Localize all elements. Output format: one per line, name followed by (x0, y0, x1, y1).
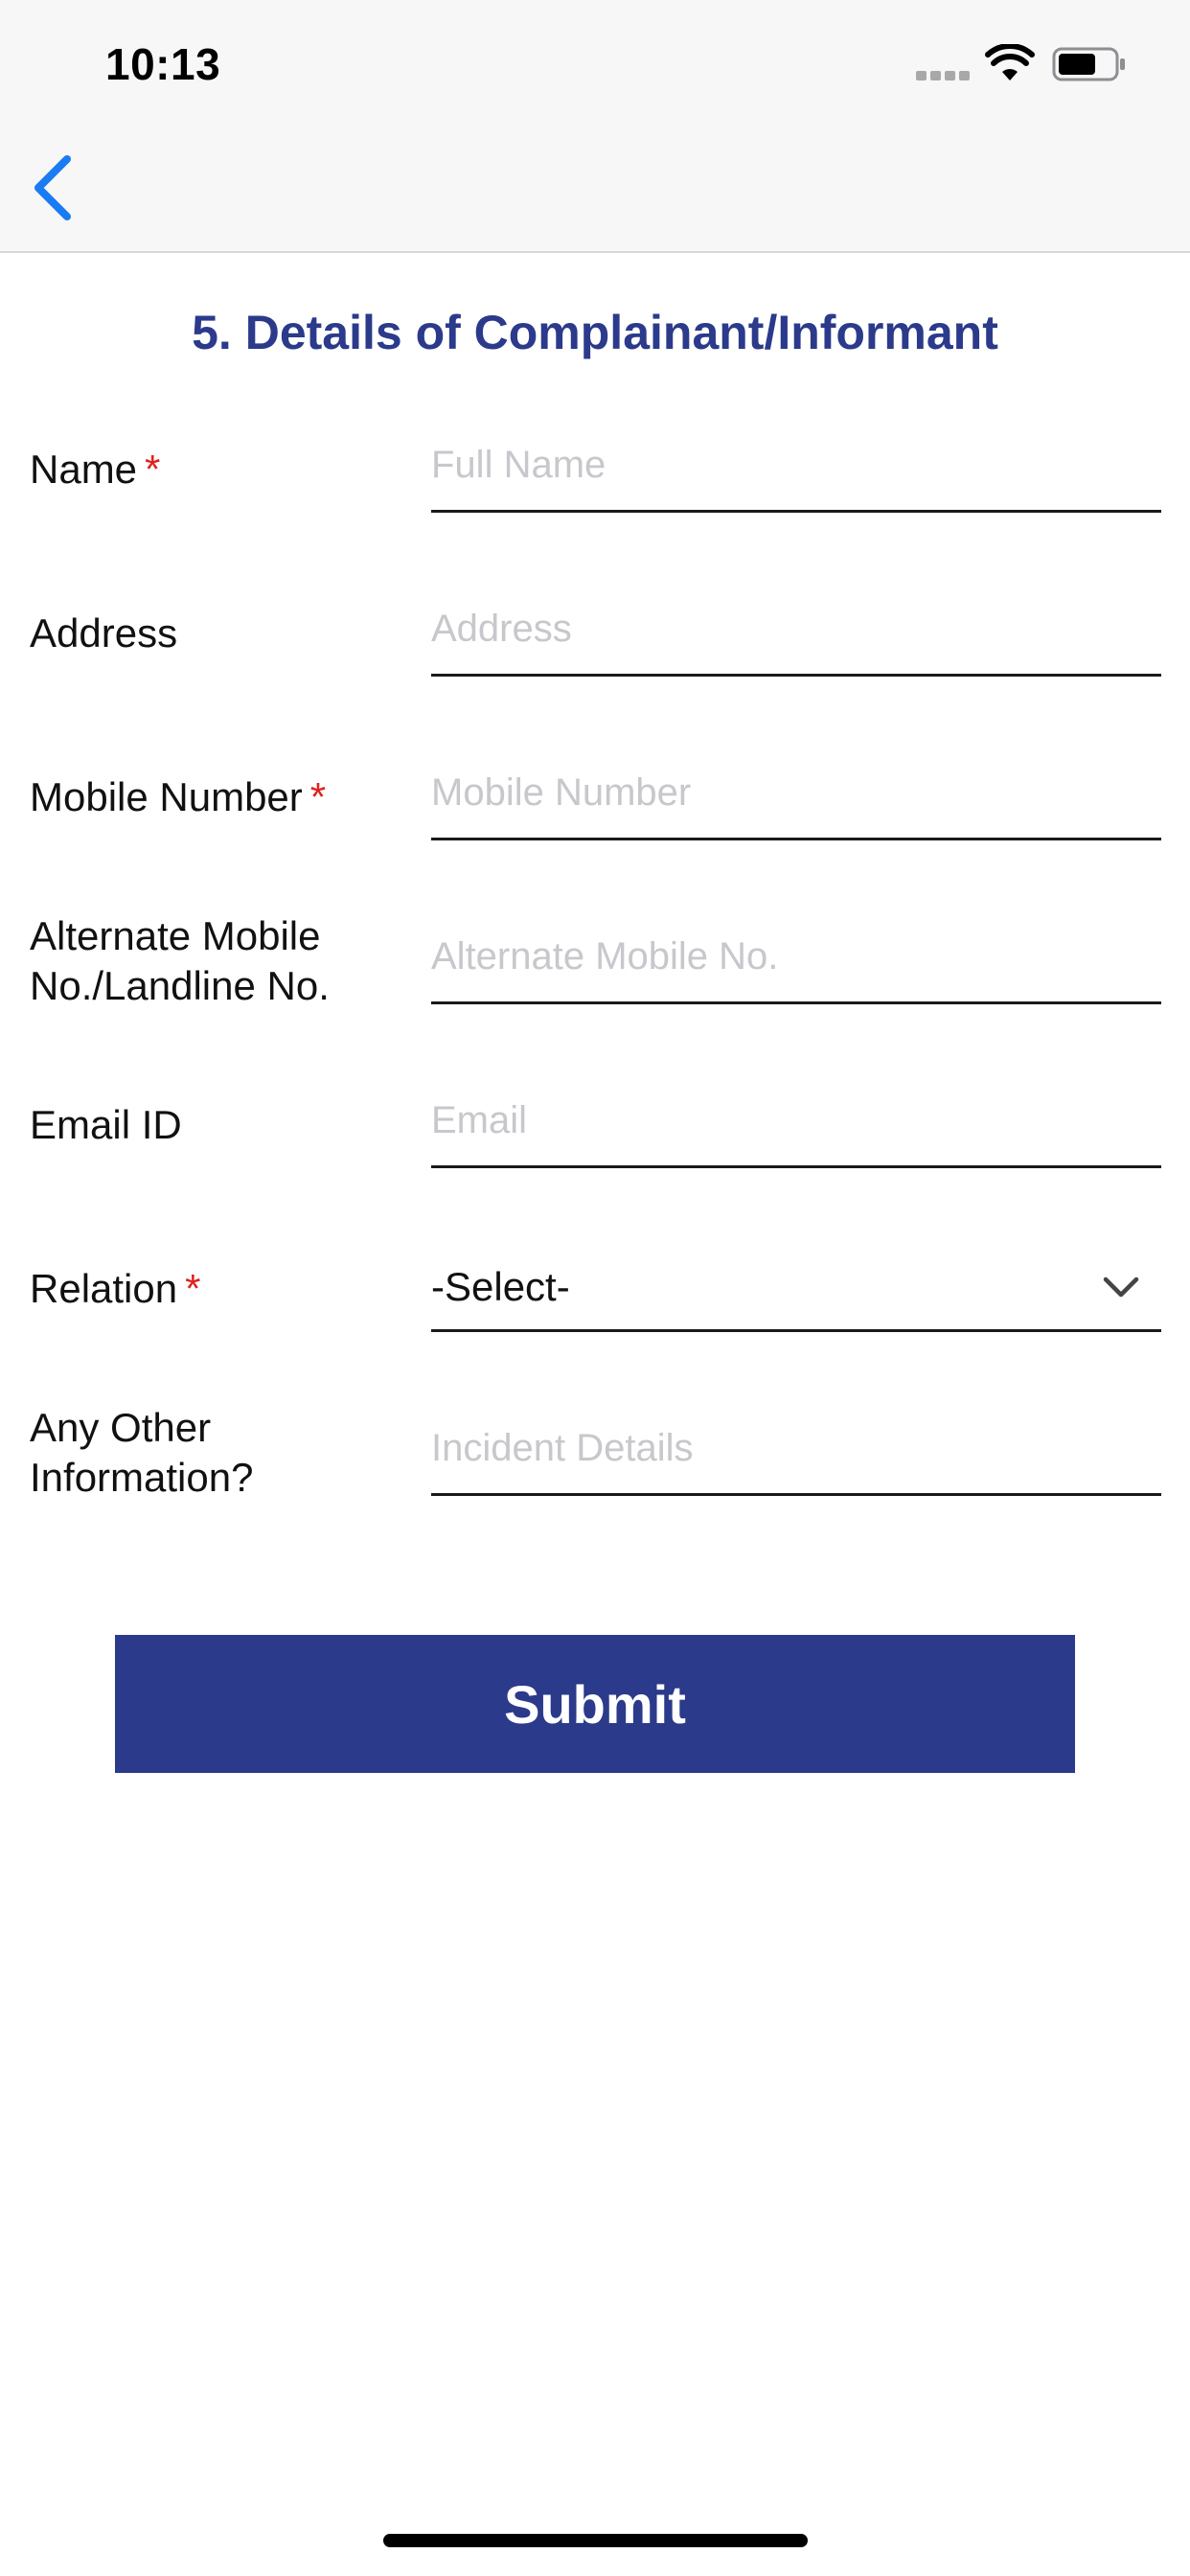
email-field-row: Email ID (0, 1077, 1190, 1221)
status-time: 10:13 (105, 39, 221, 89)
chevron-down-icon (1103, 1276, 1139, 1298)
other-info-field-row: Any Other Information? (0, 1405, 1190, 1549)
relation-field-row: Relation * -Select- (0, 1241, 1190, 1385)
required-mark: * (145, 447, 161, 492)
back-button[interactable] (23, 150, 90, 226)
home-indicator (383, 2534, 808, 2547)
battery-icon (1052, 47, 1125, 81)
relation-select[interactable]: -Select- (431, 1251, 1161, 1332)
required-mark: * (309, 774, 327, 819)
required-mark: * (185, 1266, 201, 1311)
top-bar: 10:13 (0, 0, 1190, 253)
cellular-signal-icon (916, 71, 972, 80)
address-label: Address (30, 609, 413, 658)
relation-label-text: Relation (30, 1266, 178, 1311)
other-info-label-text: Any Other Information? (30, 1405, 254, 1500)
other-info-input[interactable] (431, 1414, 1161, 1496)
mobile-label: Mobile Number * (30, 772, 413, 822)
email-label: Email ID (30, 1100, 413, 1150)
alternate-mobile-field-row: Alternate Mobile No./Landline No. (0, 913, 1190, 1057)
page-title: 5. Details of Complainant/Informant (192, 306, 998, 359)
email-label-text: Email ID (30, 1102, 182, 1147)
alternate-mobile-input[interactable] (431, 923, 1161, 1004)
mobile-input[interactable] (431, 759, 1161, 840)
address-label-text: Address (30, 610, 178, 656)
name-label: Name * (30, 445, 413, 494)
submit-button[interactable]: Submit (115, 1635, 1075, 1773)
other-info-label: Any Other Information? (30, 1403, 317, 1503)
alternate-mobile-label-text: Alternate Mobile No./Landline No. (30, 913, 330, 1008)
name-input[interactable] (431, 431, 1161, 513)
address-field-row: Address (0, 586, 1190, 729)
name-field-row: Name * (0, 422, 1190, 565)
address-input[interactable] (431, 595, 1161, 677)
name-label-text: Name (30, 447, 138, 492)
alternate-mobile-label: Alternate Mobile No./Landline No. (30, 911, 394, 1011)
relation-selected-value: -Select- (431, 1264, 570, 1309)
chevron-left-icon (34, 155, 71, 220)
wifi-icon (985, 44, 1035, 80)
mobile-label-text: Mobile Number (30, 774, 303, 819)
email-input[interactable] (431, 1087, 1161, 1168)
mobile-field-row: Mobile Number * (0, 749, 1190, 893)
relation-label: Relation * (30, 1264, 413, 1314)
